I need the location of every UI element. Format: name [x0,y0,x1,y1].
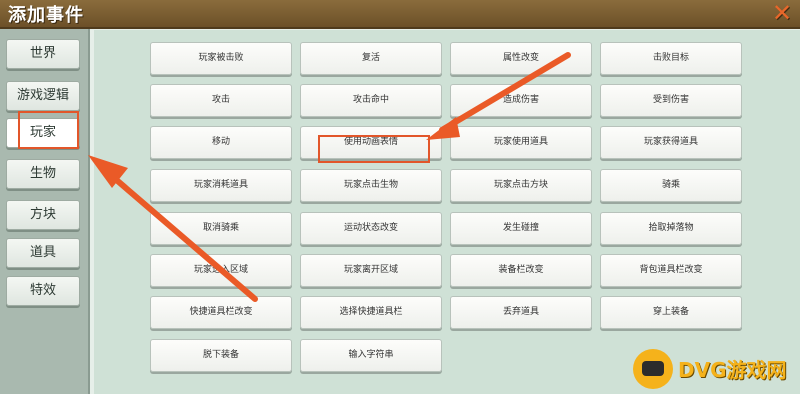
arrow-to-event-head [426,117,460,140]
watermark-text: DVG游戏网 [678,358,787,382]
arrow-to-player-line [110,174,258,302]
watermark-logo: DVG游戏网 [633,349,793,389]
arrow-to-event-line [439,52,571,133]
annotation-arrows [88,52,571,302]
gamepad-icon [642,361,664,376]
watermark-circle [633,349,673,389]
